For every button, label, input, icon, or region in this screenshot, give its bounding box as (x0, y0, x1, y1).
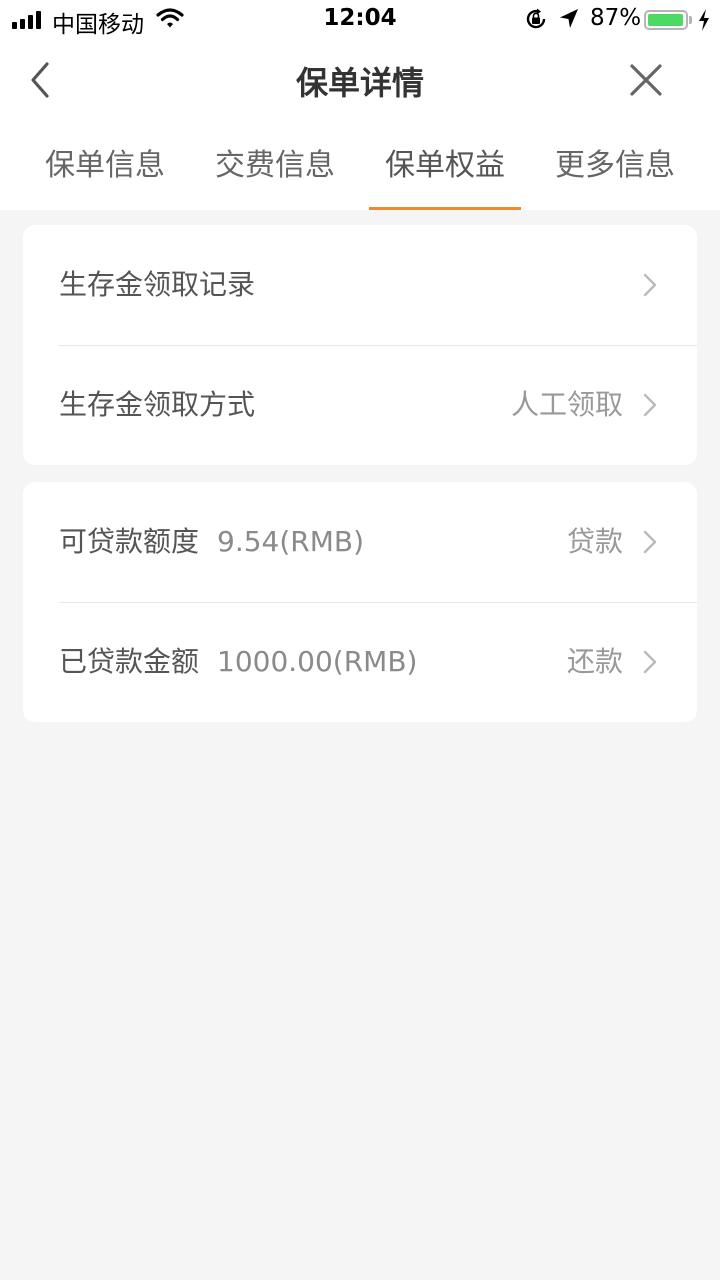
chevron-right-icon (643, 530, 657, 554)
tab-label: 更多信息 (555, 148, 675, 183)
tab-bar: 保单信息 交费信息 保单权益 更多信息 (20, 128, 700, 210)
tab-label: 保单权益 (385, 148, 505, 183)
loan-limit-amount: 9.54(RMB) (217, 525, 365, 558)
tab-policy-rights[interactable]: 保单权益 (360, 128, 530, 210)
page-title: 保单详情 (295, 64, 424, 102)
charging-icon (699, 9, 709, 31)
row-label-text: 可贷款额度 (59, 525, 200, 558)
location-icon (560, 9, 578, 28)
battery-icon (644, 10, 688, 30)
status-bar: 中国移动 12:04 87% (0, 0, 720, 40)
battery-percent: 87% (590, 5, 642, 31)
row-label: 可贷款额度 9.54(RMB) (59, 482, 364, 602)
survival-record-row[interactable]: 生存金领取记录 (23, 225, 697, 345)
battery-tip (689, 16, 692, 24)
chevron-right-icon (643, 273, 657, 297)
tab-more-info[interactable]: 更多信息 (530, 128, 700, 210)
row-value: 人工领取 (510, 388, 623, 421)
loan-amount-row[interactable]: 已贷款金额 1000.00(RMB) 还款 (23, 602, 697, 722)
chevron-right-icon (643, 650, 657, 674)
header-area: 中国移动 12:04 87% 保单详情 保单信息 交费信息 保单权益 更多信息 (0, 0, 720, 210)
tab-label: 保单信息 (45, 148, 165, 183)
tab-label: 交费信息 (215, 148, 335, 183)
row-label: 生存金领取记录 (59, 268, 256, 301)
loan-action: 贷款 (566, 525, 623, 558)
survival-benefit-card: 生存金领取记录 生存金领取方式 人工领取 (23, 225, 697, 465)
rotation-lock-icon (526, 8, 546, 29)
row-label: 已贷款金额 1000.00(RMB) (59, 602, 417, 722)
row-label-text: 已贷款金额 (59, 645, 200, 678)
row-label: 生存金领取方式 (59, 388, 256, 421)
tab-policy-info[interactable]: 保单信息 (20, 128, 190, 210)
loan-card: 可贷款额度 9.54(RMB) 贷款 已贷款金额 1000.00(RMB) 还款 (23, 482, 697, 722)
chevron-right-icon (643, 393, 657, 417)
repay-action: 还款 (566, 645, 623, 678)
tab-payment-info[interactable]: 交费信息 (190, 128, 360, 210)
active-tab-indicator (369, 207, 521, 210)
survival-method-row[interactable]: 生存金领取方式 人工领取 (23, 345, 697, 465)
loaned-amount: 1000.00(RMB) (217, 645, 418, 678)
close-icon[interactable] (628, 62, 664, 98)
loan-limit-row[interactable]: 可贷款额度 9.54(RMB) 贷款 (23, 482, 697, 602)
